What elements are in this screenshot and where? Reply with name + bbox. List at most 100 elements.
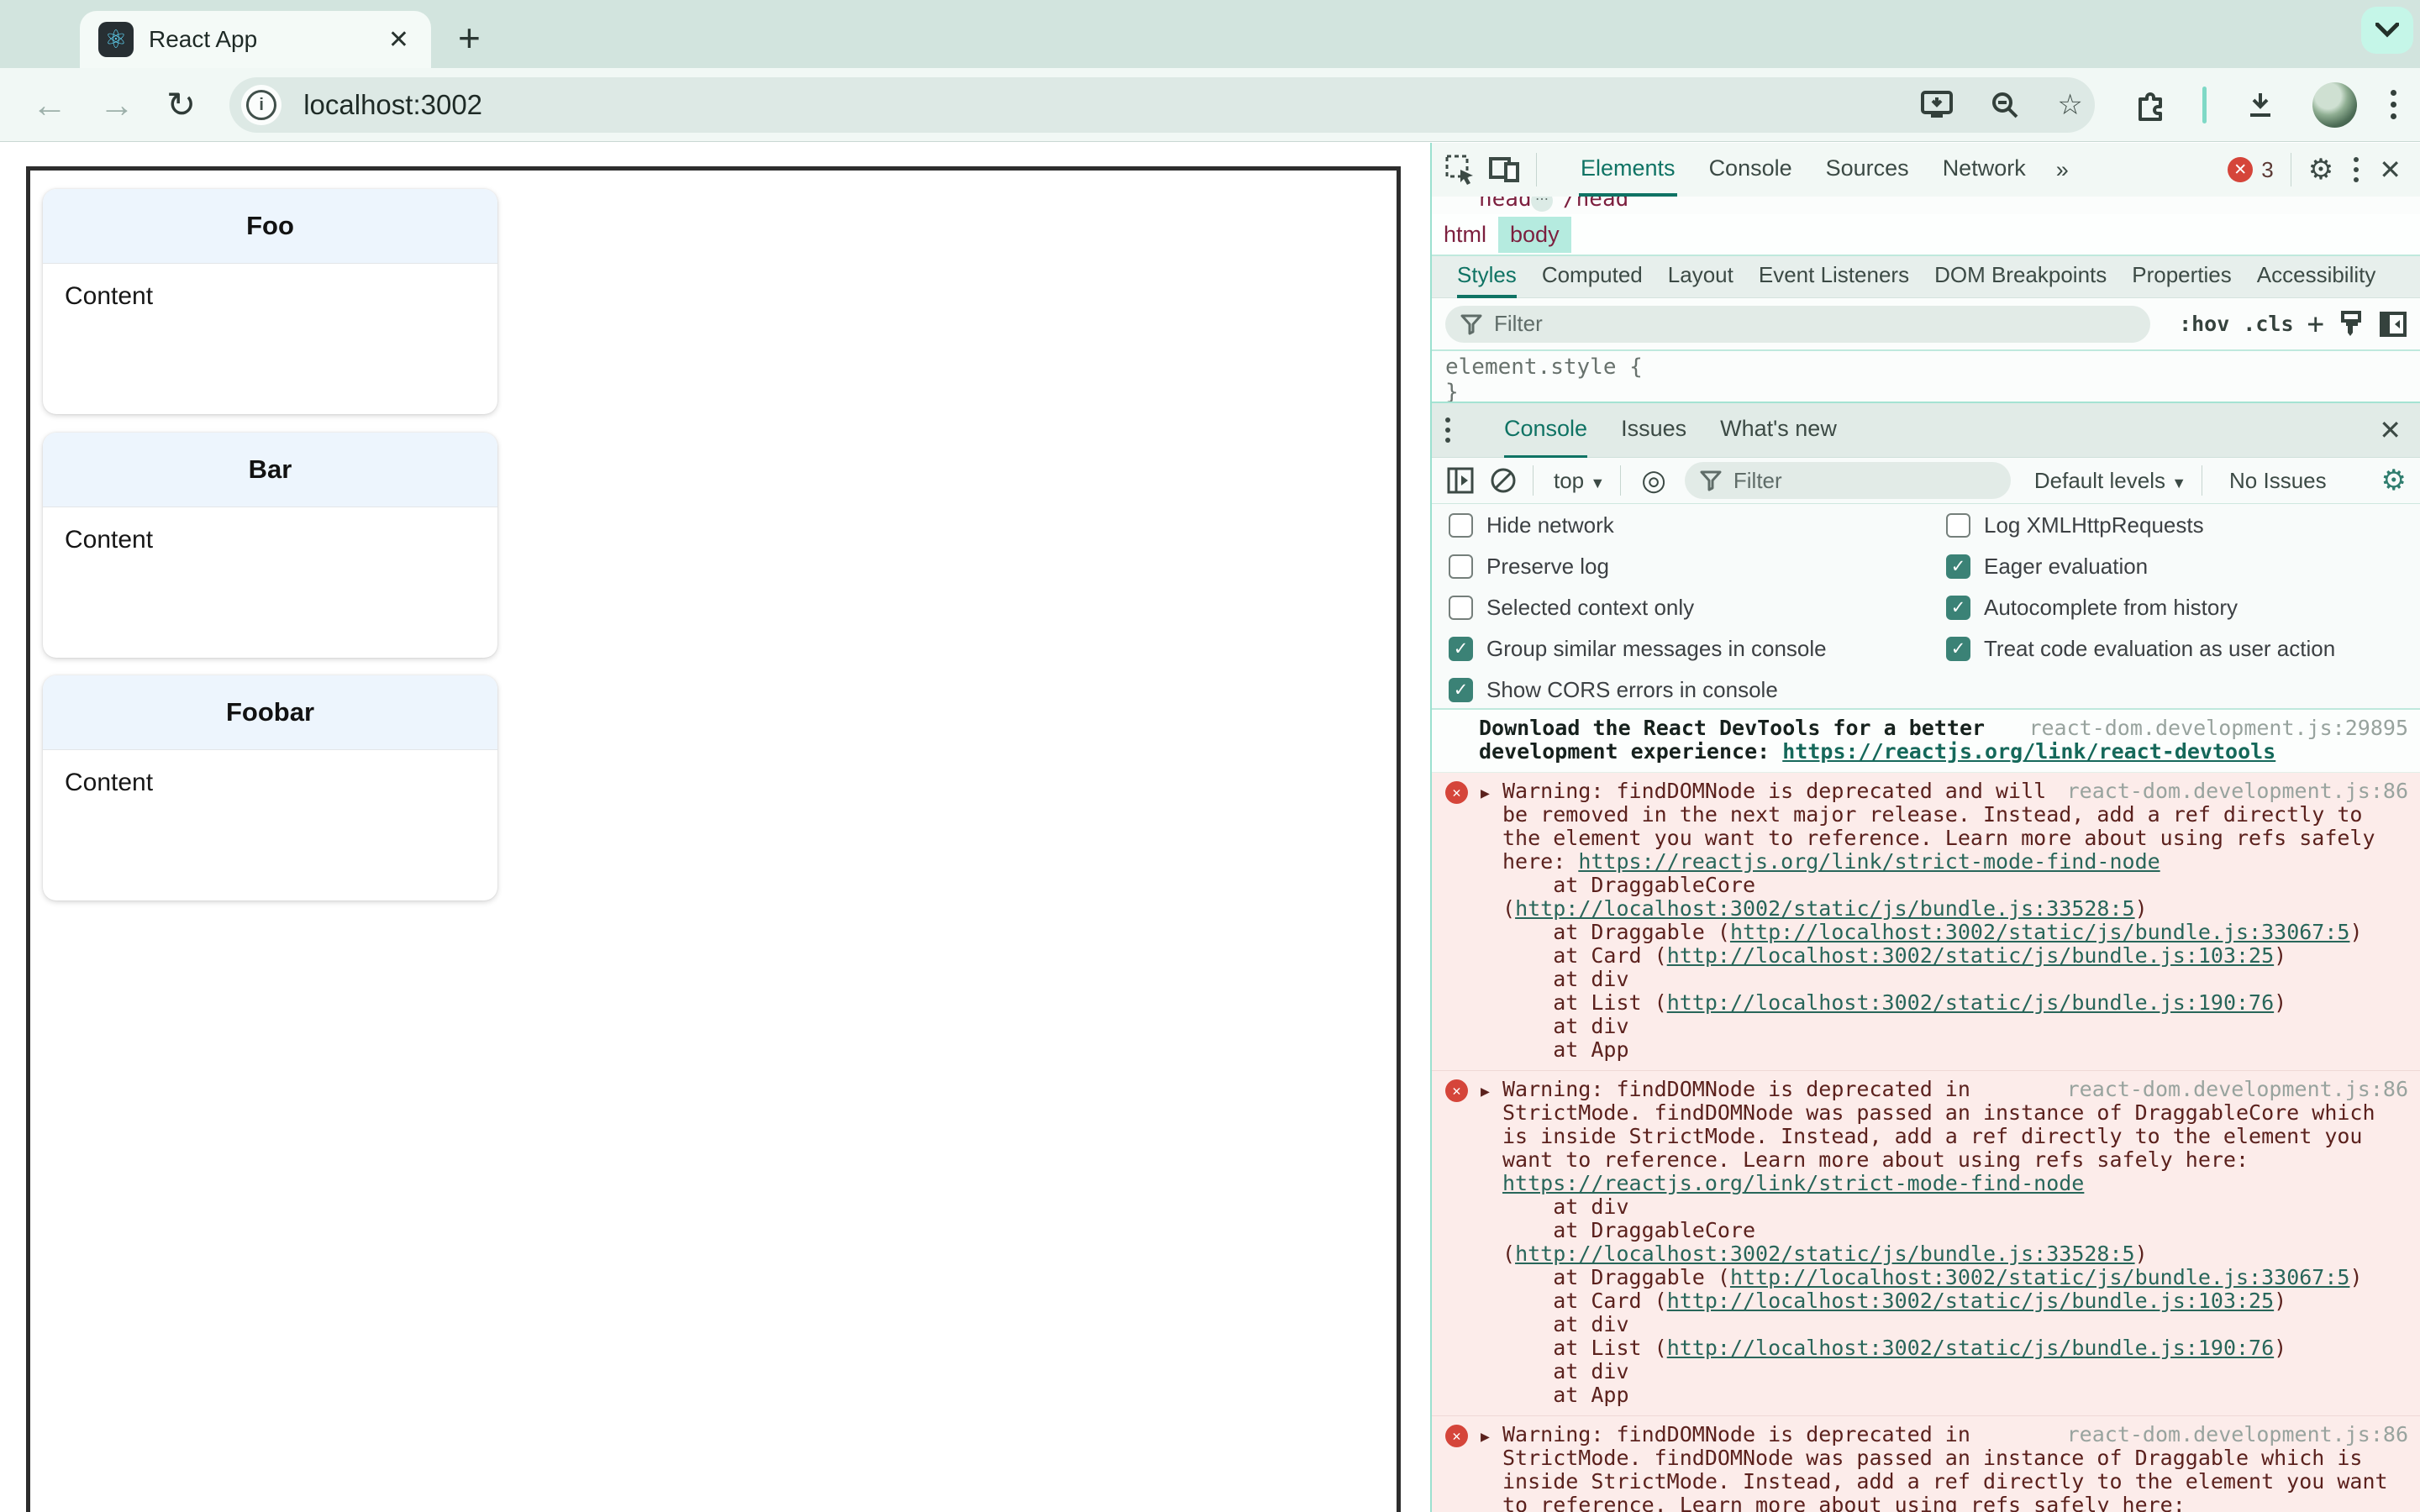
stack-frame-link[interactable]: http://localhost:3002/static/js/bundle.j…	[1730, 1265, 2350, 1289]
subtab-dom-breakpoints[interactable]: DOM Breakpoints	[1934, 256, 2107, 298]
breadcrumb-html[interactable]: html	[1432, 217, 1498, 253]
subtab-properties[interactable]: Properties	[2132, 256, 2232, 298]
new-tab-button[interactable]: +	[458, 18, 481, 57]
stack-frame-link[interactable]: http://localhost:3002/static/js/bundle.j…	[1730, 920, 2350, 944]
subtab-computed[interactable]: Computed	[1542, 256, 1643, 298]
reload-icon[interactable]: ↻	[166, 84, 196, 125]
message-source-link[interactable]: react-dom.development.js:86	[2067, 780, 2408, 803]
live-expression-icon[interactable]: ◎	[1641, 464, 1666, 497]
computed-sidebar-toggle-icon[interactable]	[2380, 311, 2407, 337]
site-info-icon[interactable]: i	[241, 84, 282, 125]
context-selector[interactable]: top ▼	[1554, 468, 1605, 494]
card-foobar[interactable]: Foobar Content	[43, 675, 497, 900]
message-source-link[interactable]: react-dom.development.js:86	[2067, 1078, 2408, 1101]
install-app-icon[interactable]	[1921, 90, 1954, 119]
devtools-settings-icon[interactable]: ⚙	[2308, 153, 2333, 186]
stack-frame: at Card (http://localhost:3002/static/js…	[1502, 1289, 2287, 1313]
address-bar[interactable]: i localhost:3002 ☆	[229, 76, 2095, 133]
drawer-tab-what-s-new[interactable]: What's new	[1720, 402, 1837, 459]
downloads-icon[interactable]	[2245, 90, 2275, 120]
checkbox-checked[interactable]: ✓	[1449, 637, 1473, 661]
message-link[interactable]: https://reactjs.org/link/strict-mode-fin…	[1578, 849, 2160, 874]
forward-icon[interactable]: →	[99, 85, 134, 125]
drawer-tab-issues[interactable]: Issues	[1621, 402, 1686, 459]
device-toolbar-icon[interactable]	[1489, 155, 1521, 184]
checkbox-checked[interactable]: ✓	[1946, 596, 1970, 620]
tab-elements[interactable]: Elements	[1579, 143, 1677, 197]
divider	[1536, 153, 1537, 186]
expand-caret-icon[interactable]: ▶	[1481, 1425, 1490, 1449]
tab-sources[interactable]: Sources	[1824, 143, 1911, 197]
extensions-icon[interactable]	[2133, 89, 2165, 121]
stack-frame-link[interactable]: http://localhost:3002/static/js/bundle.j…	[1515, 896, 2135, 921]
zoom-out-icon[interactable]	[1990, 90, 2020, 120]
message-link[interactable]: https://reactjs.org/link/strict-mode-fin…	[1502, 1171, 2084, 1195]
brush-icon[interactable]	[2339, 310, 2365, 338]
console-warning[interactable]: react-dom.development.js:86 ✕ ▶ Warning: fi…	[1432, 773, 2420, 1071]
card-foo[interactable]: Foo Content	[43, 189, 497, 414]
more-tabs-icon[interactable]: »	[2056, 157, 2069, 183]
tab-console[interactable]: Console	[1707, 143, 1794, 197]
checkbox-unchecked[interactable]	[1946, 513, 1970, 538]
console-filter-input[interactable]: Filter	[1684, 462, 2011, 499]
expand-caret-icon[interactable]: ▶	[1481, 1080, 1490, 1104]
stack-frame-link[interactable]: http://localhost:3002/static/js/bundle.j…	[1515, 1242, 2135, 1266]
checkbox-unchecked[interactable]	[1449, 596, 1473, 620]
subtab-event-listeners[interactable]: Event Listeners	[1759, 256, 1909, 298]
toggle-hover-state-button[interactable]: :hov	[2179, 312, 2229, 336]
checkbox-unchecked[interactable]	[1449, 513, 1473, 538]
toggle-class-button[interactable]: .cls	[2243, 312, 2293, 336]
clear-console-icon[interactable]	[1489, 466, 1518, 495]
drawer-menu-icon[interactable]	[1445, 417, 1450, 443]
stack-frame-link[interactable]: http://localhost:3002/static/js/bundle.j…	[1667, 943, 2274, 968]
subtab-styles[interactable]: Styles	[1457, 256, 1517, 298]
console-warning[interactable]: react-dom.development.js:86 ✕ ▶ Warning: fi…	[1432, 1416, 2420, 1512]
styles-filter-input[interactable]: Filter	[1445, 305, 2151, 343]
console-toolbar: top ▼ ◎ Filter Default levels ▼ No Issue…	[1432, 458, 2420, 504]
breadcrumb-body[interactable]: body	[1498, 216, 1571, 253]
drawer-close-icon[interactable]: ✕	[2379, 414, 2402, 446]
back-icon[interactable]: ←	[32, 85, 67, 125]
error-badge[interactable]: ✕ 3	[2228, 157, 2274, 183]
stack-frame-link[interactable]: http://localhost:3002/static/js/bundle.j…	[1667, 1289, 2274, 1313]
toolbar-separator	[2202, 86, 2207, 123]
stack-frame-link[interactable]: http://localhost:3002/static/js/bundle.j…	[1667, 1336, 2274, 1360]
checkbox-checked[interactable]: ✓	[1449, 678, 1473, 702]
error-icon: ✕	[2228, 157, 2254, 182]
url-text[interactable]: localhost:3002	[303, 89, 1884, 121]
message-source-link[interactable]: react-dom.development.js:29895	[2028, 717, 2408, 740]
checkbox-checked[interactable]: ✓	[1946, 637, 1970, 661]
message-link[interactable]: https://reactjs.org/link/react-devtools	[1782, 739, 2275, 764]
tab-network[interactable]: Network	[1941, 143, 2028, 197]
dom-ellipsis[interactable]: ⋯	[1531, 197, 1553, 212]
console-warning[interactable]: react-dom.development.js:86 ✕ ▶ Warning: fi…	[1432, 1071, 2420, 1416]
log-levels-dropdown[interactable]: Default levels ▼	[2034, 468, 2186, 494]
profile-avatar[interactable]	[2312, 81, 2358, 128]
dom-tree-clipped-row: head ⋯ /head	[1432, 197, 2420, 214]
devtools-menu-icon[interactable]	[2354, 157, 2360, 182]
console-sidebar-toggle-icon[interactable]	[1447, 467, 1474, 494]
subtab-accessibility[interactable]: Accessibility	[2257, 256, 2376, 298]
stack-frame-link[interactable]: http://localhost:3002/static/js/bundle.j…	[1667, 990, 2274, 1015]
tab-close-icon[interactable]: ✕	[385, 25, 413, 55]
checkbox-checked[interactable]: ✓	[1946, 554, 1970, 579]
expand-caret-icon[interactable]: ▶	[1481, 782, 1490, 806]
browser-tab[interactable]: ⚛ React App ✕	[80, 11, 431, 68]
card-bar[interactable]: Bar Content	[43, 433, 497, 658]
message-source-link[interactable]: react-dom.development.js:86	[2067, 1423, 2408, 1446]
bookmark-star-icon[interactable]: ☆	[2057, 88, 2082, 122]
stack-frame: at Draggable (http://localhost:3002/stat…	[1502, 1265, 2363, 1289]
subtab-layout[interactable]: Layout	[1668, 256, 1733, 298]
drawer-tab-console[interactable]: Console	[1504, 402, 1588, 459]
new-style-rule-icon[interactable]: +	[2307, 307, 2324, 341]
issues-status[interactable]: No Issues	[2229, 468, 2327, 494]
devtools-close-icon[interactable]: ✕	[2379, 154, 2402, 186]
console-settings-icon[interactable]: ⚙	[2381, 464, 2407, 497]
inspect-element-icon[interactable]	[1445, 155, 1476, 185]
tab-search-button[interactable]	[2361, 7, 2413, 54]
element-style-block[interactable]: element.style { }	[1432, 351, 2420, 405]
browser-menu-icon[interactable]	[2391, 90, 2397, 119]
console-message[interactable]: react-dom.development.js:29895 Download t…	[1432, 710, 2420, 773]
checkbox-unchecked[interactable]	[1449, 554, 1473, 579]
stack-frame: at DraggableCore (http://localhost:3002/…	[1502, 873, 2148, 921]
